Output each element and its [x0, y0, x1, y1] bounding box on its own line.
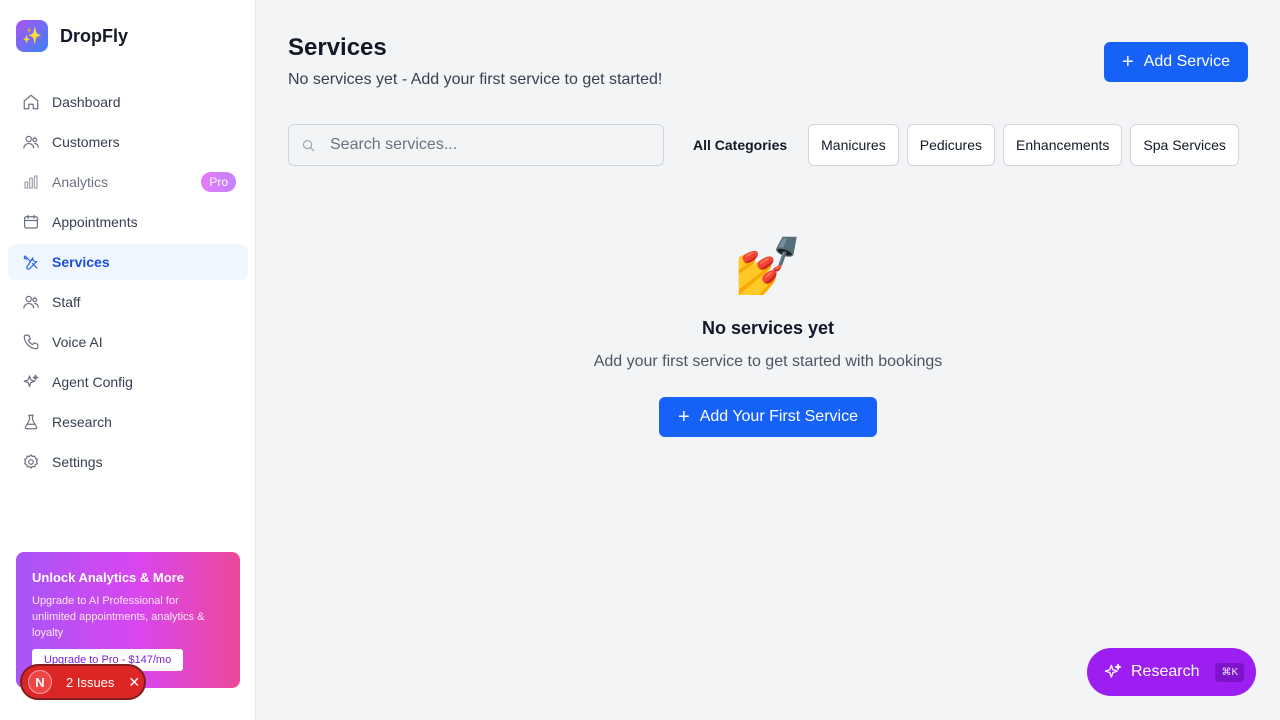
filter-pedicures[interactable]: Pedicures — [906, 124, 995, 166]
plus-icon: + — [1122, 51, 1134, 73]
sidebar-item-agent-config[interactable]: Agent Config — [8, 364, 248, 400]
issues-avatar: N — [28, 670, 52, 694]
sidebar-item-label: Customers — [52, 134, 120, 150]
calendar-icon — [21, 212, 41, 232]
category-filters: All Categories Manicures Pedicures Enhan… — [680, 124, 1239, 166]
search-icon — [302, 139, 315, 152]
sidebar-item-label: Appointments — [52, 214, 138, 230]
page-title: Services — [288, 34, 387, 61]
sidebar-nav: Dashboard Customers Analytics Pro Appoin… — [8, 84, 248, 484]
sidebar-item-label: Agent Config — [52, 374, 133, 390]
add-service-button[interactable]: + Add Service — [1104, 42, 1248, 82]
sidebar-item-label: Staff — [52, 294, 81, 310]
close-icon[interactable]: ✕ — [128, 674, 140, 691]
plus-icon: + — [678, 406, 690, 428]
sidebar-item-label: Dashboard — [52, 94, 121, 110]
keyboard-shortcut: ⌘K — [1215, 662, 1245, 682]
search-input[interactable] — [330, 136, 650, 154]
users-icon — [21, 132, 41, 152]
filter-manicures[interactable]: Manicures — [808, 124, 899, 166]
sparkles-icon: ✨ — [16, 20, 48, 52]
flask-icon — [21, 412, 41, 432]
filter-all-categories[interactable]: All Categories — [680, 124, 800, 166]
upgrade-title: Unlock Analytics & More — [32, 570, 184, 585]
filter-spa-services[interactable]: Spa Services — [1130, 124, 1239, 166]
sidebar-item-services[interactable]: Services — [8, 244, 248, 280]
home-icon — [21, 92, 41, 112]
sidebar-item-analytics[interactable]: Analytics Pro — [8, 164, 248, 200]
add-first-service-label: Add Your First Service — [699, 408, 858, 425]
sidebar-item-customers[interactable]: Customers — [8, 124, 248, 160]
sidebar-item-label: Settings — [52, 454, 103, 470]
sidebar-item-research[interactable]: Research — [8, 404, 248, 440]
sidebar: ✨ DropFly Dashboard Customers Analytics … — [0, 0, 256, 720]
empty-state: 💅 No services yet Add your first service… — [256, 234, 1280, 437]
users-icon — [21, 292, 41, 312]
empty-text: Add your first service to get started wi… — [593, 353, 943, 370]
bar-chart-icon — [21, 172, 41, 192]
upgrade-text: Upgrade to AI Professional for unlimited… — [32, 595, 205, 639]
pro-badge: Pro — [201, 172, 236, 192]
sidebar-item-label: Voice AI — [52, 334, 103, 350]
sidebar-item-dashboard[interactable]: Dashboard — [8, 84, 248, 120]
sparkles-icon — [1104, 663, 1122, 678]
page-subtitle: No services yet - Add your first service… — [288, 71, 663, 88]
nail-polish-icon: 💅 — [733, 234, 803, 297]
sidebar-item-appointments[interactable]: Appointments — [8, 204, 248, 240]
app-name: DropFly — [60, 25, 129, 46]
issues-badge[interactable]: N 2 Issues ✕ — [20, 664, 146, 700]
brand[interactable]: ✨ DropFly — [16, 20, 128, 52]
sidebar-item-staff[interactable]: Staff — [8, 284, 248, 320]
search-box[interactable] — [288, 124, 664, 166]
empty-title: No services yet — [701, 318, 835, 338]
sidebar-item-label: Services — [52, 254, 110, 270]
research-label: Research — [1131, 663, 1200, 680]
gear-icon — [21, 452, 41, 472]
filter-enhancements[interactable]: Enhancements — [1003, 124, 1123, 166]
add-service-label: Add Service — [1143, 53, 1230, 70]
sidebar-item-voice-ai[interactable]: Voice AI — [8, 324, 248, 360]
research-button[interactable]: Research ⌘K — [1087, 648, 1256, 696]
add-first-service-button[interactable]: + Add Your First Service — [659, 397, 877, 437]
sidebar-item-label: Analytics — [52, 174, 109, 190]
issues-label: 2 Issues — [66, 674, 115, 690]
sparkles-icon — [21, 372, 41, 392]
phone-icon — [21, 332, 41, 352]
main-content: Services No services yet - Add your firs… — [256, 0, 1280, 720]
sidebar-item-label: Research — [52, 414, 112, 430]
sidebar-item-settings[interactable]: Settings — [8, 444, 248, 480]
tools-icon — [21, 252, 41, 272]
